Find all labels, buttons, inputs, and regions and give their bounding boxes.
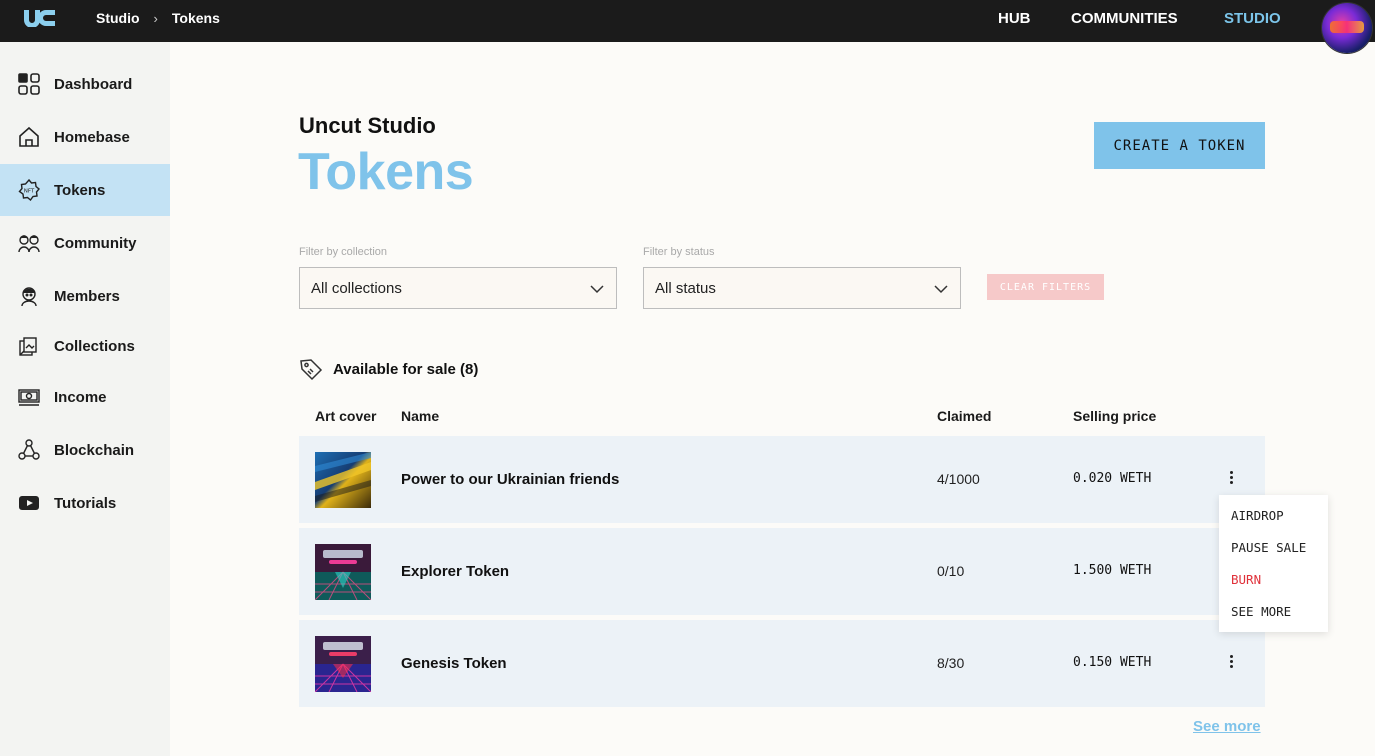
nav-hub[interactable]: HUB (998, 0, 1031, 36)
breadcrumb: Studio › Tokens (96, 0, 220, 36)
chevron-down-icon (590, 285, 604, 294)
sidebar-item-community[interactable]: Community (0, 217, 170, 269)
sidebar-item-collections[interactable]: Collections (0, 320, 170, 372)
menu-item-airdrop[interactable]: AIRDROP (1231, 508, 1284, 523)
sidebar-item-label: Community (54, 234, 137, 252)
token-claimed: 0/10 (937, 563, 965, 579)
price-tag-icon (300, 359, 323, 381)
token-claimed: 8/30 (937, 655, 965, 671)
token-claimed: 4/1000 (937, 471, 980, 487)
token-price: 0.150 WETH (1073, 655, 1152, 670)
more-options-icon[interactable] (1224, 469, 1238, 489)
menu-item-see-more[interactable]: SEE MORE (1231, 604, 1291, 619)
token-name[interactable]: Explorer Token (401, 563, 509, 580)
avatar[interactable] (1322, 3, 1372, 53)
collection-filter-select[interactable]: All collections (299, 267, 617, 309)
art-cover-image (315, 452, 371, 508)
sidebar-item-label: Income (54, 388, 107, 406)
blockchain-icon (18, 439, 40, 460)
more-options-icon[interactable] (1224, 653, 1238, 673)
chevron-down-icon (934, 285, 948, 294)
token-price: 0.020 WETH (1073, 471, 1152, 486)
see-more-link[interactable]: See more (1193, 718, 1261, 735)
table-row[interactable]: Genesis Token 8/30 0.150 WETH (299, 620, 1265, 707)
sidebar-item-label: Dashboard (54, 75, 133, 93)
token-name[interactable]: Genesis Token (401, 655, 507, 672)
sidebar-item-label: Tokens (54, 181, 106, 199)
home-icon (19, 126, 39, 147)
sidebar-item-income[interactable]: Income (0, 371, 170, 423)
sidebar-item-label: Collections (54, 337, 135, 355)
clear-filters-button[interactable]: CLEAR FILTERS (987, 274, 1104, 300)
sidebar-item-homebase[interactable]: Homebase (0, 111, 170, 163)
status-filter-select[interactable]: All status (643, 267, 961, 309)
nav-communities[interactable]: COMMUNITIES (1071, 0, 1178, 36)
collection-filter-value: All collections (311, 279, 402, 297)
column-header-name: Name (401, 408, 440, 424)
column-header-selling-price: Selling price (1073, 408, 1157, 424)
sidebar-item-tutorials[interactable]: Tutorials (0, 477, 170, 529)
sidebar-item-label: Homebase (54, 128, 130, 146)
top-bar: Studio › Tokens HUB COMMUNITIES STUDIO (0, 0, 1375, 53)
row-context-menu: AIRDROP PAUSE SALE BURN SEE MORE (1219, 495, 1328, 632)
svg-text:NFT: NFT (24, 189, 35, 195)
member-icon (21, 287, 37, 307)
play-icon (19, 496, 39, 510)
collections-icon (19, 337, 37, 356)
create-token-button[interactable]: CREATE A TOKEN (1094, 122, 1265, 169)
sidebar-item-label: Members (54, 287, 120, 305)
art-cover-image (315, 636, 371, 692)
column-header-art-cover: Art cover (315, 408, 377, 424)
status-filter-value: All status (655, 279, 716, 297)
menu-item-pause-sale[interactable]: PAUSE SALE (1231, 540, 1306, 555)
status-filter-label: Filter by status (643, 246, 715, 258)
dashboard-icon (18, 73, 40, 95)
community-icon (18, 235, 40, 253)
section-title: Available for sale (8) (333, 361, 479, 378)
sidebar-item-blockchain[interactable]: Blockchain (0, 424, 170, 476)
nav-studio[interactable]: STUDIO (1224, 0, 1281, 36)
nft-badge-icon: NFT (18, 179, 40, 201)
sidebar: Dashboard Homebase NFT Tokens Community … (0, 42, 170, 756)
page-title: Tokens (298, 143, 474, 201)
token-price: 1.500 WETH (1073, 563, 1152, 578)
collection-filter-label: Filter by collection (299, 246, 388, 258)
page-subtitle: Uncut Studio (299, 113, 436, 138)
breadcrumb-studio[interactable]: Studio (96, 10, 140, 26)
art-cover-image (315, 544, 371, 600)
menu-item-burn[interactable]: BURN (1231, 572, 1261, 587)
table-row[interactable]: Explorer Token 0/10 1.500 WETH (299, 528, 1265, 615)
uncut-logo[interactable] (22, 9, 56, 27)
breadcrumb-tokens[interactable]: Tokens (172, 10, 220, 26)
sidebar-item-tokens[interactable]: NFT Tokens (0, 164, 170, 216)
sidebar-item-label: Tutorials (54, 494, 117, 512)
sidebar-item-label: Blockchain (54, 441, 135, 459)
sidebar-item-dashboard[interactable]: Dashboard (0, 58, 170, 110)
income-icon (18, 389, 40, 406)
chevron-right-icon: › (153, 10, 158, 26)
table-row[interactable]: Power to our Ukrainian friends 4/1000 0.… (299, 436, 1265, 523)
column-header-claimed: Claimed (937, 408, 992, 424)
sidebar-item-members[interactable]: Members (0, 270, 170, 322)
token-name[interactable]: Power to our Ukrainian friends (401, 471, 619, 488)
